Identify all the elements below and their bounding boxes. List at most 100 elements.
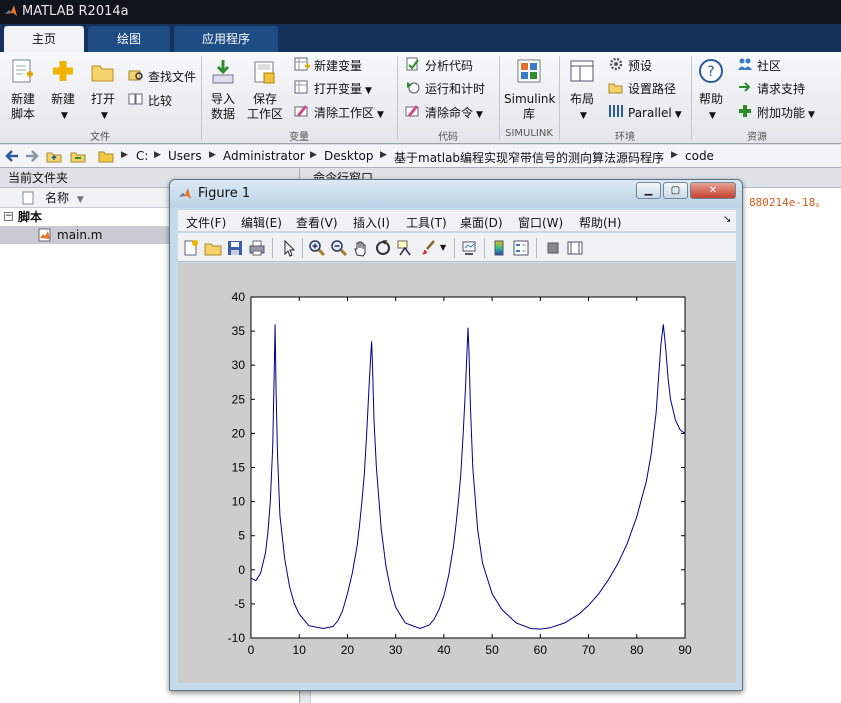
simulink-label-1: Simulink bbox=[504, 92, 556, 106]
menu-edit[interactable]: 编辑(E) bbox=[241, 214, 282, 231]
parallel-button[interactable]: Parallel ▼ bbox=[608, 104, 682, 122]
breadcrumb-item[interactable]: C: bbox=[136, 149, 148, 163]
open-button[interactable]: 打开 ▼ bbox=[86, 58, 120, 124]
clear-commands-button[interactable]: 清除命令 ▼ bbox=[405, 104, 483, 122]
menu-view[interactable]: 查看(V) bbox=[296, 214, 338, 231]
toolbar-separator bbox=[454, 238, 455, 258]
forward-arrow-icon[interactable] bbox=[24, 149, 40, 166]
menu-insert[interactable]: 插入(I) bbox=[353, 214, 390, 231]
community-button[interactable]: 社区 bbox=[737, 57, 781, 75]
figure-window: Figure 1 ▁ ▢ ✕ 文件(F) 编辑(E) 查看(V) 插入(I) 工… bbox=[169, 179, 743, 691]
legend-icon[interactable] bbox=[512, 239, 530, 257]
menu-help[interactable]: 帮助(H) bbox=[579, 214, 621, 231]
new-script-button[interactable]: 新建 脚本 bbox=[6, 58, 40, 122]
menu-desktop[interactable]: 桌面(D) bbox=[460, 214, 503, 231]
breadcrumb-item[interactable]: 基于matlab编程实现窄带信号的测向算法源码程序 bbox=[394, 149, 664, 166]
back-arrow-icon[interactable] bbox=[4, 149, 20, 166]
rotate-3d-icon[interactable] bbox=[374, 239, 392, 257]
figure-canvas[interactable]: 0 10 20 30 40 50 60 70 80 90 -10 -5 0 5 10 15 20 25 30 35 40 bbox=[178, 263, 736, 683]
new-button[interactable]: 新建 ▼ bbox=[46, 58, 80, 124]
breadcrumb-separator-icon: ▶ bbox=[380, 150, 387, 160]
figure-toolbar: ▼ bbox=[178, 233, 736, 262]
new-script-label-1: 新建 bbox=[10, 92, 35, 106]
data-cursor-icon[interactable] bbox=[396, 239, 414, 257]
dock-arrow-icon[interactable]: ↘ bbox=[723, 214, 731, 225]
open-variable-button[interactable]: 打开变量 ▼ bbox=[294, 80, 372, 98]
new-script-label-2: 脚本 bbox=[10, 107, 35, 121]
run-and-time-button[interactable]: 运行和计时 bbox=[405, 80, 485, 98]
print-icon[interactable] bbox=[248, 239, 266, 257]
x-tick-label: 60 bbox=[534, 643, 548, 657]
request-support-button[interactable]: 请求支持 bbox=[737, 80, 805, 98]
breadcrumb-item[interactable]: Users bbox=[168, 149, 202, 163]
new-figure-icon[interactable] bbox=[182, 239, 200, 257]
line-plot[interactable]: 0 10 20 30 40 50 60 70 80 90 -10 -5 0 5 10 15 20 25 30 35 40 bbox=[178, 263, 736, 683]
compare-button[interactable]: 比较 bbox=[128, 92, 172, 110]
layout-button[interactable]: 布局 ▼ bbox=[564, 58, 600, 124]
toolbar-separator bbox=[302, 238, 303, 258]
menu-window[interactable]: 窗口(W) bbox=[518, 214, 563, 231]
breadcrumb-item[interactable]: Desktop bbox=[324, 149, 374, 163]
clear-workspace-button[interactable]: 清除工作区 ▼ bbox=[294, 104, 384, 122]
tab-plots[interactable]: 绘图 bbox=[88, 26, 170, 52]
addons-button[interactable]: 附加功能 ▼ bbox=[737, 104, 815, 122]
x-tick-label: 70 bbox=[582, 643, 596, 657]
figure-menubar: 文件(F) 编辑(E) 查看(V) 插入(I) 工具(T) 桌面(D) 窗口(W… bbox=[178, 210, 736, 232]
up-folder-icon[interactable] bbox=[46, 149, 62, 166]
save-workspace-label-1: 保存 bbox=[252, 92, 277, 106]
breadcrumb-item[interactable]: Administrator bbox=[223, 149, 305, 163]
import-data-button[interactable]: 导入 数据 bbox=[206, 58, 240, 122]
maximize-button[interactable]: ▢ bbox=[663, 182, 688, 199]
close-button[interactable]: ✕ bbox=[690, 182, 736, 199]
simulink-library-icon bbox=[504, 58, 554, 90]
preferences-button[interactable]: 预设 bbox=[608, 57, 652, 75]
zoom-in-icon[interactable] bbox=[308, 239, 326, 257]
tab-home[interactable]: 主页 bbox=[4, 26, 84, 52]
clear-workspace-dropdown-icon: ▼ bbox=[377, 110, 384, 120]
find-files-button[interactable]: 查找文件 bbox=[128, 68, 196, 86]
pointer-icon[interactable] bbox=[280, 239, 298, 257]
hide-plot-tools-icon[interactable] bbox=[544, 239, 562, 257]
menu-file[interactable]: 文件(F) bbox=[186, 214, 226, 231]
save-icon[interactable] bbox=[226, 239, 244, 257]
new-variable-label: 新建变量 bbox=[314, 59, 363, 73]
parallel-label: Parallel bbox=[628, 106, 672, 120]
show-plot-tools-icon[interactable] bbox=[566, 239, 584, 257]
open-file-icon[interactable] bbox=[204, 239, 222, 257]
axes-area[interactable] bbox=[250, 296, 686, 639]
open-label: 打开 bbox=[90, 92, 115, 106]
save-workspace-button[interactable]: 保存 工作区 bbox=[244, 58, 286, 122]
simulink-library-button[interactable]: Simulink 库 bbox=[504, 58, 556, 122]
set-path-button[interactable]: 设置路径 bbox=[608, 80, 676, 98]
help-button[interactable]: ? 帮助 ▼ bbox=[695, 58, 727, 124]
zoom-out-icon[interactable] bbox=[330, 239, 348, 257]
y-tick-label: 5 bbox=[238, 529, 245, 543]
link-plot-icon[interactable] bbox=[460, 239, 478, 257]
community-label: 社区 bbox=[757, 59, 782, 73]
tab-apps[interactable]: 应用程序 bbox=[174, 26, 278, 52]
figure-titlebar[interactable]: Figure 1 ▁ ▢ ✕ bbox=[170, 180, 742, 208]
pan-hand-icon[interactable] bbox=[352, 239, 370, 257]
y-tick-label: 0 bbox=[238, 563, 245, 577]
menu-tools[interactable]: 工具(T) bbox=[406, 214, 447, 231]
layout-label: 布局 bbox=[569, 92, 594, 106]
set-path-icon bbox=[608, 80, 624, 99]
brush-dropdown-icon[interactable]: ▼ bbox=[440, 243, 448, 261]
analyze-code-button[interactable]: 分析代码 bbox=[405, 57, 473, 75]
new-dropdown-icon: ▼ bbox=[61, 111, 68, 121]
parallel-dropdown-icon: ▼ bbox=[674, 110, 682, 120]
help-label: 帮助 bbox=[698, 92, 723, 106]
new-variable-button[interactable]: 新建变量 bbox=[294, 57, 362, 75]
brush-icon[interactable] bbox=[420, 239, 438, 257]
svg-text:?: ? bbox=[707, 64, 714, 80]
collapse-toggle-icon[interactable]: − bbox=[4, 212, 13, 221]
compare-label: 比较 bbox=[148, 94, 173, 108]
file-group-label: 文件 bbox=[90, 132, 110, 143]
colorbar-icon[interactable] bbox=[490, 239, 508, 257]
y-tick-label: 40 bbox=[232, 290, 246, 304]
open-folder-icon bbox=[86, 58, 120, 90]
browse-folder-icon[interactable] bbox=[70, 149, 86, 166]
breadcrumb-item[interactable]: code bbox=[685, 149, 714, 163]
new-script-icon bbox=[6, 58, 40, 90]
minimize-button[interactable]: ▁ bbox=[636, 182, 661, 199]
